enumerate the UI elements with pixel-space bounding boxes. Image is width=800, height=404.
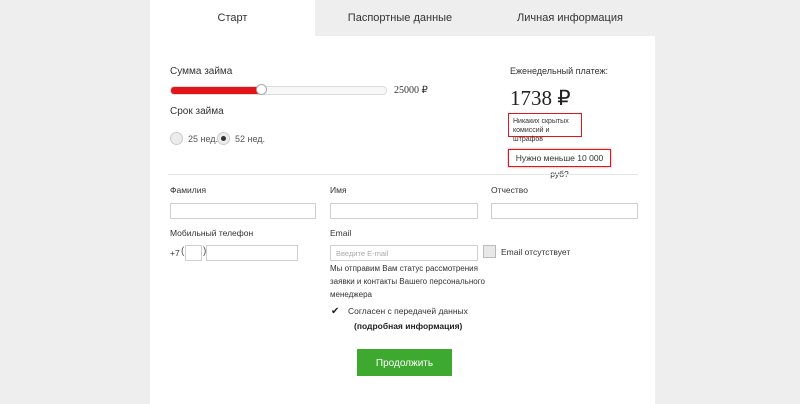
tab-passport-data[interactable]: Паспортные данные: [315, 0, 485, 36]
surname-input[interactable]: [170, 203, 316, 219]
loan-amount-slider-fill: [171, 87, 262, 94]
loan-amount-slider-track[interactable]: [170, 86, 387, 95]
phone-area-code-input[interactable]: [185, 245, 202, 261]
weekly-payment-label: Еженедельный платеж:: [510, 66, 609, 76]
email-absent-checkbox[interactable]: [483, 245, 496, 258]
tab-bar: Старт Паспортные данные Личная информаци…: [150, 0, 655, 36]
loan-term-label: Срок займа: [170, 106, 224, 117]
consent-details-link[interactable]: (подробная информация): [354, 321, 462, 331]
surname-label: Фамилия: [170, 185, 207, 195]
application-card: Старт Паспортные данные Личная информаци…: [150, 0, 655, 404]
weekly-payment-value: 1738 ₽: [510, 86, 571, 110]
phone-number-input[interactable]: [206, 245, 298, 261]
consent-label: Согласен с передачей данных: [348, 306, 468, 316]
patronymic-label: Отчество: [491, 185, 528, 195]
continue-button[interactable]: Продолжить: [357, 349, 452, 376]
email-label: Email: [330, 228, 352, 238]
name-label: Имя: [330, 185, 347, 195]
no-hidden-fees-note: Никаких скрытых комиссий и штрафов: [508, 113, 582, 143]
paren-open: (: [181, 246, 185, 257]
phone-label: Мобильный телефон: [170, 228, 254, 238]
section-divider: [168, 174, 638, 175]
email-absent-label: Email отсутствует: [501, 247, 571, 257]
term-25-label: 25 нед.: [188, 134, 219, 144]
term-52-radio[interactable]: [217, 132, 230, 145]
email-input[interactable]: [330, 245, 478, 261]
name-input[interactable]: [330, 203, 478, 219]
loan-amount-label: Сумма займа: [170, 66, 233, 77]
consent-checkbox[interactable]: ✔: [331, 307, 341, 317]
loan-amount-value: 25000 ₽: [394, 85, 428, 96]
email-note: Мы отправим Вам статус рассмотрения заяв…: [330, 264, 485, 299]
tab-personal-info[interactable]: Личная информация: [485, 0, 655, 36]
patronymic-input[interactable]: [491, 203, 638, 219]
term-52-label: 52 нед.: [235, 134, 266, 144]
tab-start[interactable]: Старт: [150, 0, 315, 36]
term-25-radio[interactable]: [170, 132, 183, 145]
phone-country-code: +7: [170, 248, 180, 258]
need-less-button[interactable]: Нужно меньше 10 000 руб?: [508, 149, 611, 179]
loan-amount-slider-handle[interactable]: [255, 84, 267, 95]
